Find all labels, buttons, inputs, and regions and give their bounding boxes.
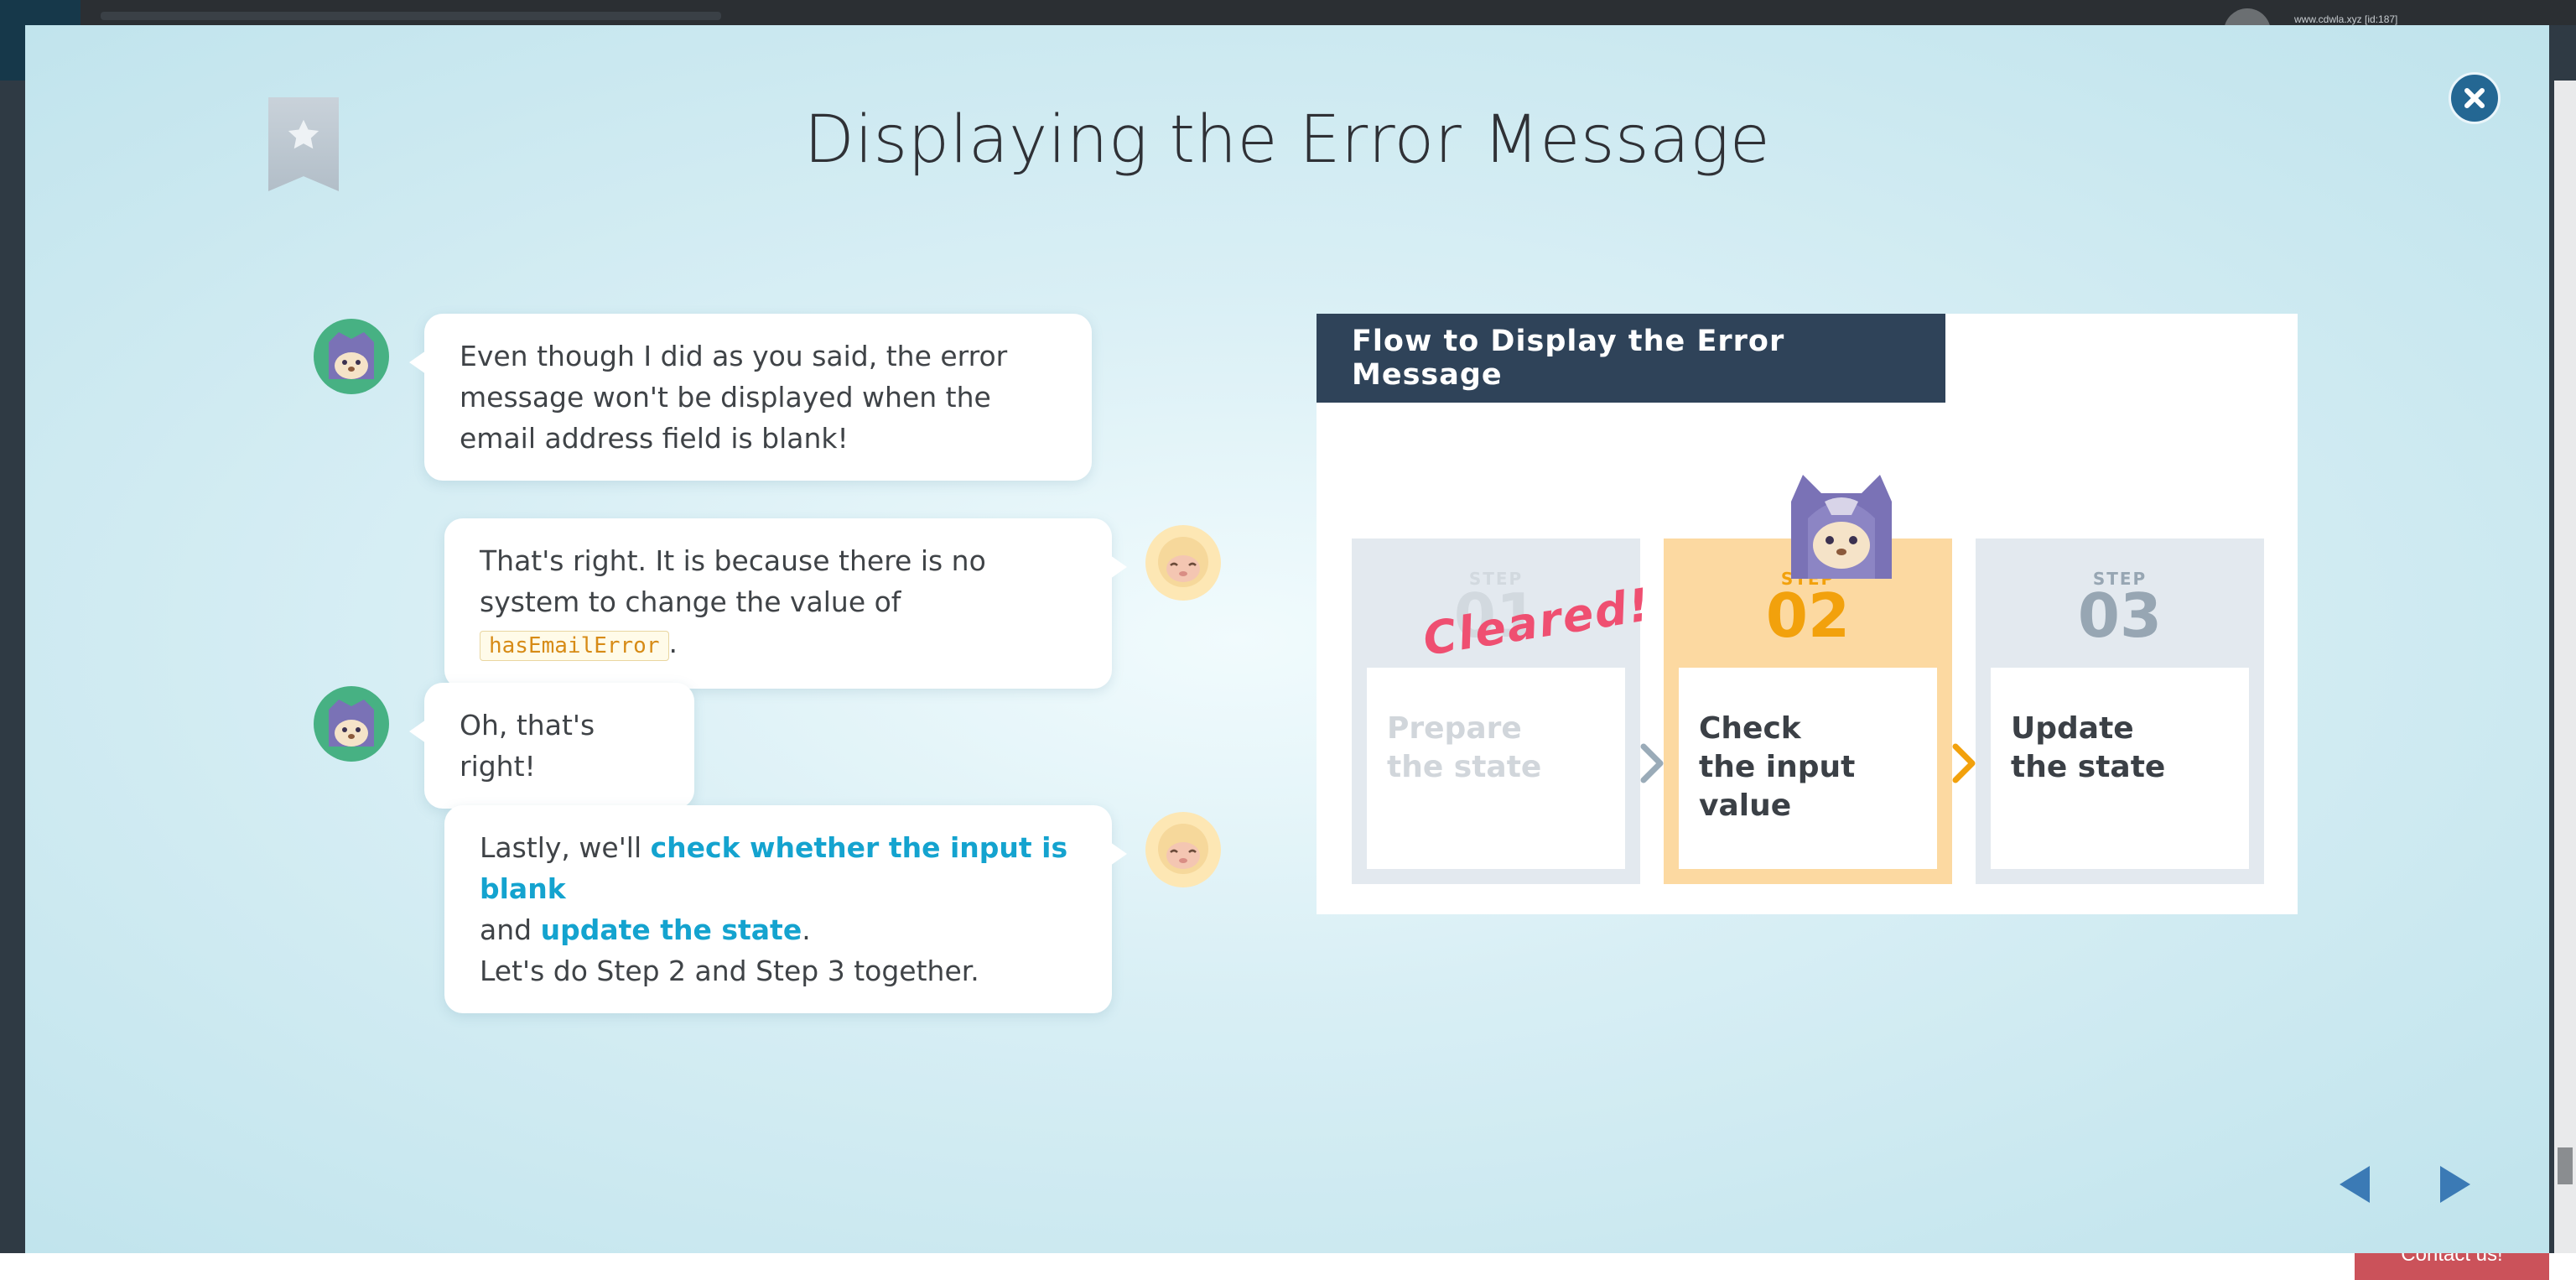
- close-button[interactable]: [2449, 72, 2501, 124]
- next-arrow-icon: [2440, 1166, 2470, 1203]
- message-text: Oh, that's right!: [460, 709, 595, 783]
- teacher-avatar: [1145, 525, 1221, 601]
- step-text-line: the input value: [1699, 750, 1856, 823]
- lesson-modal: Displaying the Error Message Even though…: [25, 25, 2549, 1253]
- student-avatar: [314, 319, 389, 394]
- step-number: 03: [2077, 580, 2163, 651]
- step-number: 02: [1765, 580, 1851, 651]
- student-avatar: [314, 686, 389, 762]
- message-text: Even though I did as you said, the error…: [460, 340, 1008, 455]
- cat-character-icon: [314, 686, 389, 762]
- chat-message-teacher-2: Lastly, we'll check whether the input is…: [444, 805, 1127, 1013]
- lesson-title: Displaying the Error Message: [803, 102, 1771, 178]
- chevron-right-icon: [1952, 743, 1976, 783]
- mascot-character-icon: [1791, 475, 1892, 579]
- sheep-character-icon: [1145, 525, 1221, 601]
- close-icon: [2464, 88, 2485, 108]
- previous-arrow-icon: [2340, 1166, 2370, 1203]
- step-text-line: the state: [1387, 750, 1542, 784]
- message-text: Let's do Step 2 and Step 3 together.: [480, 955, 979, 987]
- previous-button[interactable]: [2329, 1159, 2380, 1210]
- step-card-3: STEP 03 Update the state: [1976, 539, 2264, 884]
- step-text-line: the state: [2011, 750, 2166, 784]
- background-search-bar: [101, 12, 721, 20]
- sheep-character-icon: [1145, 812, 1221, 887]
- step-text-line: Prepare: [1387, 711, 1522, 746]
- step-text-line: Check: [1699, 711, 1801, 746]
- background-bottom-bar: [0, 1253, 2576, 1280]
- page-scrollbar[interactable]: [2554, 81, 2576, 1253]
- step-card-2: STEP 02 Check the input value: [1664, 539, 1952, 884]
- step-text: Prepare the state: [1367, 668, 1625, 869]
- step-text-line: Update: [2011, 711, 2134, 746]
- highlight-update-state: update the state: [540, 913, 802, 946]
- step-text: Update the state: [1991, 668, 2249, 869]
- message-text: Lastly, we'll: [480, 831, 651, 864]
- flow-panel-title: Flow to Display the Error Message: [1317, 314, 1945, 403]
- code-snippet: hasEmailError: [480, 631, 669, 661]
- next-button[interactable]: [2430, 1159, 2480, 1210]
- message-end: .: [668, 627, 678, 659]
- message-text: That's right. It is because there is no …: [480, 544, 986, 618]
- step-text: Check the input value: [1679, 668, 1937, 869]
- chat-message-student-2: Oh, that's right!: [409, 683, 694, 809]
- chat-message-student-1: Even though I did as you said, the error…: [409, 314, 1092, 481]
- chevron-right-icon: [1640, 743, 1664, 783]
- message-text: and: [480, 913, 541, 946]
- page-scrollbar-thumb[interactable]: [2558, 1147, 2573, 1184]
- cat-character-icon: [314, 319, 389, 394]
- message-text: .: [802, 913, 811, 946]
- teacher-avatar: [1145, 812, 1221, 887]
- background-user-text: www.cdwla.xyz [id:187]: [2294, 13, 2398, 25]
- chat-message-teacher-1: That's right. It is because there is no …: [444, 518, 1127, 689]
